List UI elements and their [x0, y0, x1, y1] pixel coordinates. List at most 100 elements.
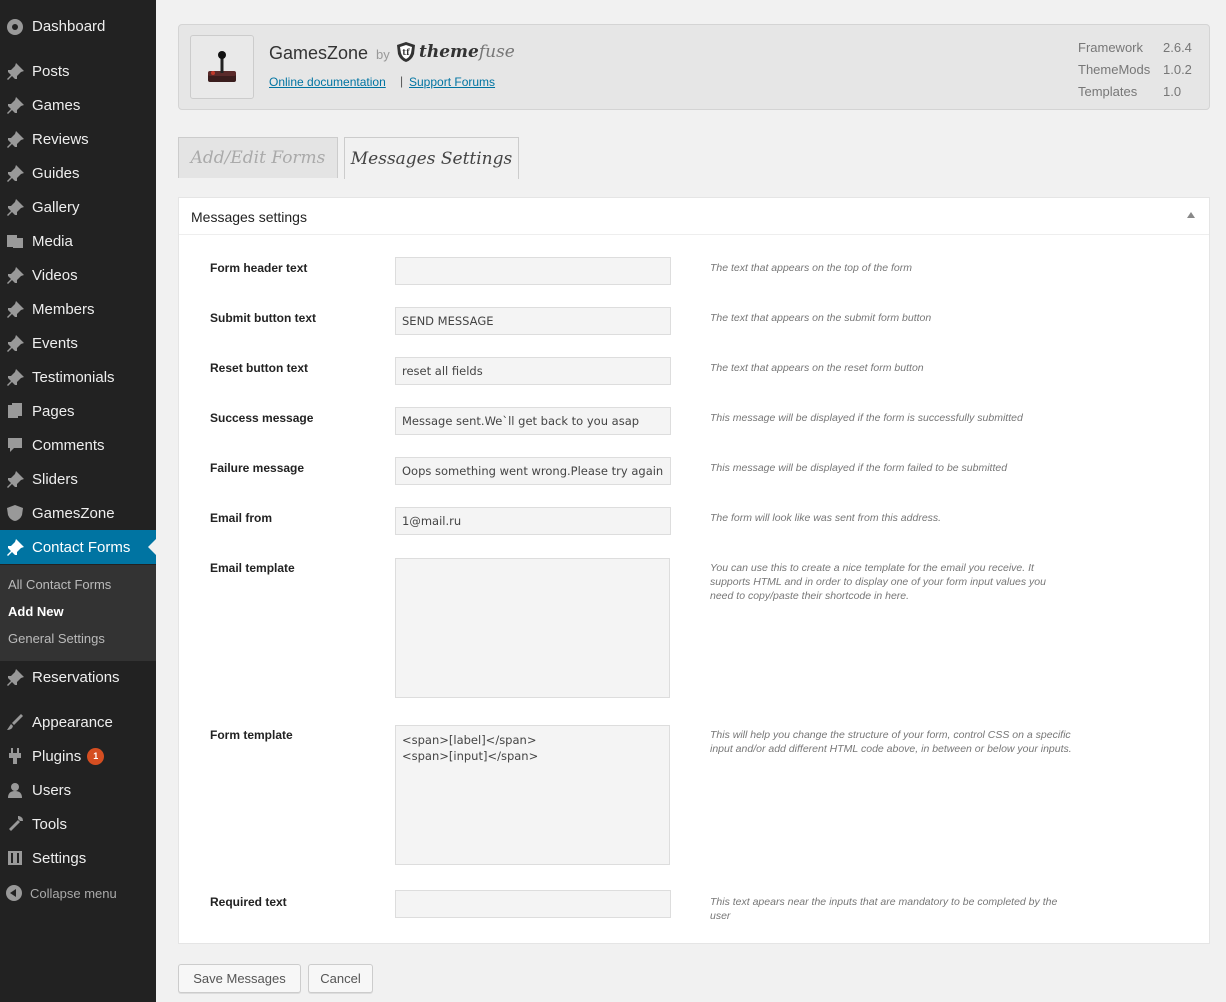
email-from-label: Email from	[210, 511, 273, 525]
email-from-desc: The form will look like was sent from th…	[710, 512, 942, 524]
sidebar-item-sliders[interactable]: Sliders	[0, 462, 156, 496]
collapse-arrow-icon	[6, 885, 22, 901]
pin-icon	[5, 197, 25, 217]
sidebar-item-plugins[interactable]: Plugins 1	[0, 739, 156, 773]
joystick-icon	[190, 35, 254, 99]
sidebar-item-events[interactable]: Events	[0, 326, 156, 360]
sidebar-item-label: Contact Forms	[32, 538, 131, 556]
email-template-desc: You can use this to create a nice templa…	[710, 562, 1046, 602]
brush-icon	[5, 712, 25, 732]
pin-icon	[5, 367, 25, 387]
sidebar-item-reservations[interactable]: Reservations	[0, 660, 156, 694]
sidebar-item-label: Comments	[32, 436, 105, 454]
form-header-text-input[interactable]	[395, 257, 671, 285]
sidebar-item-members[interactable]: Members	[0, 292, 156, 326]
form-template-textarea[interactable]: <span>[label]</span> <span>[input]</span…	[395, 725, 670, 865]
sidebar-item-testimonials[interactable]: Testimonials	[0, 360, 156, 394]
pin-icon	[5, 95, 25, 115]
sidebar-item-label: Users	[32, 781, 72, 799]
submit-button-text-label: Submit button text	[210, 311, 316, 325]
pin-icon	[5, 265, 25, 285]
settings-icon	[5, 848, 25, 868]
sidebar-item-label: GamesZone	[32, 504, 115, 522]
pin-icon	[5, 537, 25, 557]
sidebar-item-tools[interactable]: Tools	[0, 807, 156, 841]
pin-icon	[5, 61, 25, 81]
sidebar-item-dashboard[interactable]: Dashboard	[0, 9, 156, 43]
submit-button-text-input[interactable]: SEND MESSAGE	[395, 307, 671, 335]
plug-icon	[5, 746, 25, 766]
sidebar-item-label: Videos	[32, 266, 78, 284]
form-header-text-desc: The text that appears on the top of the …	[710, 262, 912, 274]
sidebar-item-label: Reservations	[32, 668, 120, 686]
brand-text-b: fuse	[478, 42, 515, 62]
themefuse-shield-icon: tf	[397, 42, 415, 62]
cancel-button[interactable]: Cancel	[308, 964, 373, 993]
failure-message-label: Failure message	[210, 461, 305, 475]
save-messages-button[interactable]: Save Messages	[178, 964, 301, 993]
collapse-menu-button[interactable]: Collapse menu	[0, 880, 156, 906]
submenu-item-add-new[interactable]: Add New	[8, 604, 64, 619]
form-template-desc: This will help you change the structure …	[710, 729, 1072, 755]
support-forums-link[interactable]: Support Forums	[409, 75, 495, 89]
sidebar-item-label: Pages	[32, 402, 75, 420]
submenu-item-all-contact-forms[interactable]: All Contact Forms	[8, 577, 111, 592]
brand-text-a: theme	[419, 42, 479, 62]
sidebar-item-contact-forms[interactable]: Contact Forms	[0, 530, 156, 564]
tab-add-edit-forms[interactable]: Add/Edit Forms	[178, 137, 338, 178]
sidebar-item-label: Dashboard	[32, 17, 106, 35]
admin-sidebar: Dashboard Posts Games Reviews Guides Gallery M…	[0, 0, 156, 1002]
panel-title: Messages settings	[191, 209, 307, 225]
version-templates: Templates 1.0	[1078, 84, 1182, 99]
sidebar-item-label: Members	[32, 300, 95, 318]
form-template-label: Form template	[210, 728, 293, 742]
success-message-desc: This message will be displayed if the fo…	[710, 412, 1023, 424]
sidebar-item-pages[interactable]: Pages	[0, 394, 156, 428]
failure-message-input[interactable]: Oops something went wrong.Please try aga…	[395, 457, 671, 485]
required-text-input[interactable]	[395, 890, 671, 918]
sidebar-item-comments[interactable]: Comments	[0, 428, 156, 462]
sidebar-item-label: Sliders	[32, 470, 78, 488]
sidebar-item-guides[interactable]: Guides	[0, 156, 156, 190]
theme-info-header: GamesZone by tf themefuse Online documen…	[178, 24, 1210, 110]
success-message-input[interactable]: Message sent.We`ll get back to you asap	[395, 407, 671, 435]
pin-icon	[5, 667, 25, 687]
submit-button-text-desc: The text that appears on the submit form…	[710, 312, 932, 324]
submenu-item-general-settings[interactable]: General Settings	[8, 631, 105, 646]
sidebar-item-games[interactable]: Games	[0, 88, 156, 122]
sidebar-item-label: Reviews	[32, 130, 89, 148]
required-text-desc: This text apears near the inputs that ar…	[710, 896, 1058, 922]
reset-button-text-input[interactable]: reset all fields	[395, 357, 671, 385]
failure-message-desc: This message will be displayed if the fo…	[710, 462, 1008, 474]
svg-text:tf: tf	[402, 47, 410, 57]
sidebar-item-gallery[interactable]: Gallery	[0, 190, 156, 224]
pin-icon	[5, 129, 25, 149]
sidebar-item-label: Media	[32, 232, 73, 250]
collapse-panel-icon[interactable]	[1187, 212, 1195, 218]
sidebar-item-reviews[interactable]: Reviews	[0, 122, 156, 156]
sidebar-item-media[interactable]: Media	[0, 224, 156, 258]
sidebar-item-users[interactable]: Users	[0, 773, 156, 807]
theme-name: GamesZone	[269, 43, 369, 63]
sidebar-item-label: Plugins	[32, 747, 82, 765]
email-from-input[interactable]: 1@mail.ru	[395, 507, 671, 535]
sidebar-item-label: Games	[32, 96, 81, 114]
sidebar-item-settings[interactable]: Settings	[0, 841, 156, 875]
sidebar-item-appearance[interactable]: Appearance	[0, 705, 156, 739]
pin-icon	[5, 163, 25, 183]
sidebar-item-videos[interactable]: Videos	[0, 258, 156, 292]
tab-messages-settings[interactable]: Messages Settings	[344, 137, 519, 179]
user-icon	[5, 780, 25, 800]
plugins-update-badge: 1	[87, 747, 105, 765]
wrench-icon	[5, 814, 25, 834]
reset-button-text-desc: The text that appears on the reset form …	[710, 362, 924, 374]
email-template-label: Email template	[210, 561, 295, 575]
sidebar-item-gameszone[interactable]: GamesZone	[0, 496, 156, 530]
collapse-menu-label: Collapse menu	[30, 885, 117, 901]
sidebar-item-label: Tools	[32, 815, 68, 833]
link-separator: |	[400, 74, 404, 88]
sidebar-item-posts[interactable]: Posts	[0, 54, 156, 88]
themefuse-logo: tf themefuse	[396, 41, 515, 63]
online-documentation-link[interactable]: Online documentation	[269, 75, 386, 89]
email-template-textarea[interactable]	[395, 558, 670, 698]
